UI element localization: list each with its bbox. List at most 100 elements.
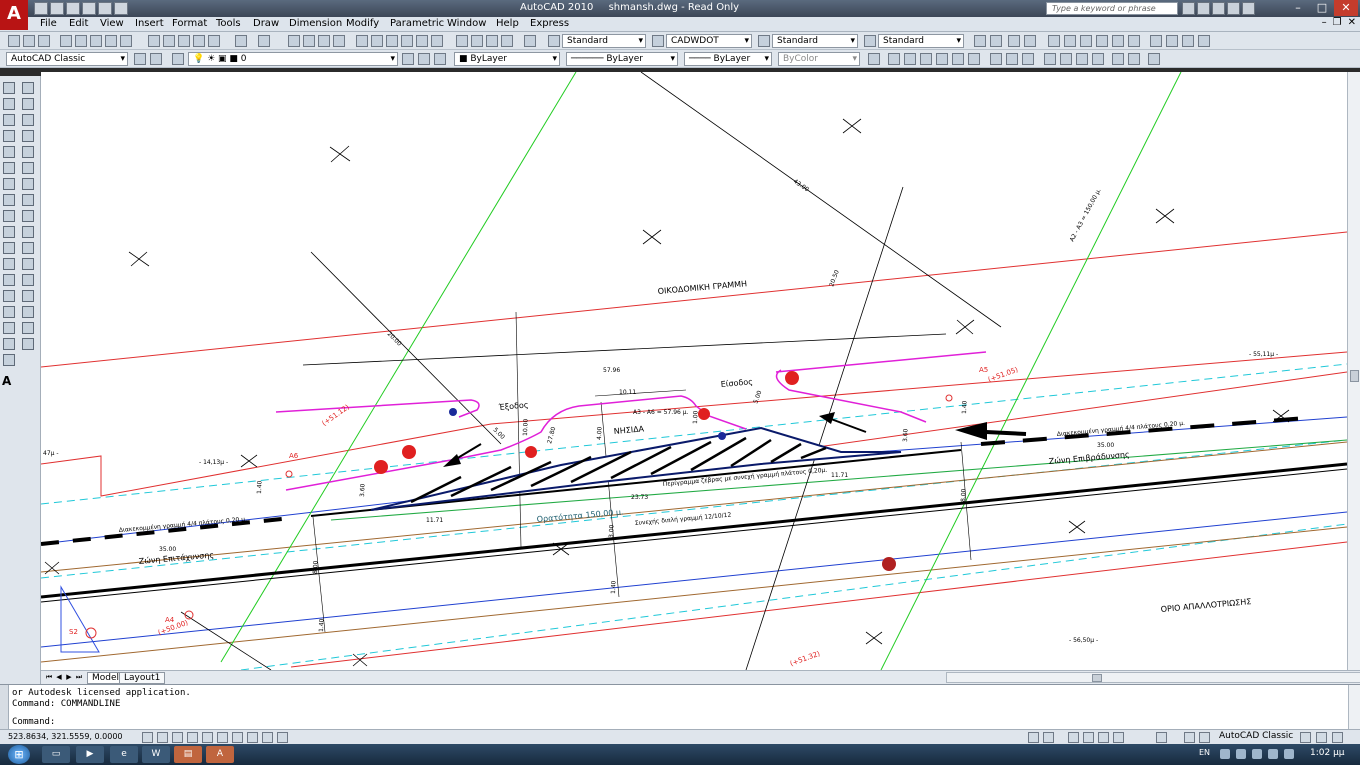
snap-none-icon[interactable] (1128, 53, 1140, 65)
offset-icon[interactable] (22, 130, 34, 142)
layer-tool-1-icon[interactable] (974, 35, 986, 47)
table-style-dropdown[interactable]: Standard (772, 34, 858, 48)
redo-icon[interactable] (98, 2, 112, 15)
zoom-window-icon[interactable] (318, 35, 330, 47)
zoom-status-icon[interactable] (1083, 732, 1094, 743)
autocad-taskbar-icon[interactable]: A (206, 746, 234, 763)
dim-tool-3-icon[interactable] (1080, 35, 1092, 47)
redo-icon[interactable] (258, 35, 270, 47)
model-space-icon[interactable] (1028, 732, 1039, 743)
dim-tool-4-icon[interactable] (1096, 35, 1108, 47)
drawing-canvas[interactable]: ΟΙΚΟΔΟΜΙΚΗ ΓΡΑΜΜΗ ΟΡΙΟ ΑΠΑΛΛΟΤΡΙΩΣΗΣ ΝΗΣ… (41, 72, 1347, 670)
dim-style-icon[interactable] (652, 35, 664, 47)
menu-help[interactable]: Help (496, 18, 519, 29)
close-icon[interactable]: ✕ (1334, 0, 1358, 16)
etransmit-icon[interactable] (120, 35, 132, 47)
binoculars-icon[interactable] (1182, 2, 1195, 15)
dim-tool-2-icon[interactable] (1064, 35, 1076, 47)
osnap-settings-icon[interactable] (1148, 53, 1160, 65)
snap-center-icon[interactable] (990, 53, 1002, 65)
pan-icon[interactable] (288, 35, 300, 47)
help-icon[interactable] (1242, 2, 1255, 15)
command-scrollbar[interactable] (1348, 685, 1360, 730)
copy-object-icon[interactable] (22, 98, 34, 110)
tray-app-icon[interactable] (1284, 749, 1294, 759)
showmotion-icon[interactable] (1113, 732, 1124, 743)
key-icon[interactable] (1197, 2, 1210, 15)
last-tab-icon[interactable]: ⏭ (75, 673, 83, 682)
save-icon[interactable] (38, 35, 50, 47)
erase-icon[interactable] (22, 82, 34, 94)
dim-tool-5-icon[interactable] (1112, 35, 1124, 47)
doc-restore-icon[interactable]: ❐ (1333, 17, 1342, 28)
snap-endpoint-icon[interactable] (904, 53, 916, 65)
snap-insert-icon[interactable] (1076, 53, 1088, 65)
my-workspace-icon[interactable] (150, 53, 162, 65)
scale-icon[interactable] (22, 194, 34, 206)
word-taskbar-icon[interactable]: W (142, 746, 170, 763)
media-player-taskbar-icon[interactable]: ▶ (76, 746, 104, 763)
spline-icon[interactable] (3, 210, 15, 222)
revision-cloud-icon[interactable] (3, 194, 15, 206)
first-tab-icon[interactable]: ⏮ (45, 673, 53, 682)
rotate-icon[interactable] (22, 178, 34, 190)
dim-tool-10-icon[interactable] (1198, 35, 1210, 47)
publish-icon[interactable] (90, 35, 102, 47)
3d-osnap-icon[interactable] (217, 732, 228, 743)
undo-icon[interactable] (82, 2, 96, 15)
open-icon[interactable] (23, 35, 35, 47)
menu-express[interactable]: Express (530, 18, 569, 29)
plot-icon[interactable] (60, 35, 72, 47)
tray-up-arrow-icon[interactable] (1220, 749, 1230, 759)
construction-line-icon[interactable] (3, 98, 15, 110)
open-file-icon[interactable] (50, 2, 64, 15)
snap-parallel-icon[interactable] (1060, 53, 1072, 65)
snap-midpoint-icon[interactable] (920, 53, 932, 65)
plotstyle-dropdown[interactable]: ByColor (778, 52, 860, 66)
print-icon[interactable] (114, 2, 128, 15)
snap-extension-icon[interactable] (968, 53, 980, 65)
region-icon[interactable] (3, 338, 15, 350)
horizontal-scroll-thumb[interactable] (1092, 674, 1102, 682)
sheet-set-icon[interactable] (401, 35, 413, 47)
dim-tool-8-icon[interactable] (1166, 35, 1178, 47)
gradient-icon[interactable] (3, 322, 15, 334)
communication-icon[interactable] (1212, 2, 1225, 15)
layer-state-icon[interactable] (434, 53, 446, 65)
snap-node-icon[interactable] (1092, 53, 1104, 65)
properties-icon[interactable] (356, 35, 368, 47)
help-search-input[interactable]: Type a keyword or phrase (1046, 2, 1178, 15)
table-icon[interactable] (3, 354, 15, 366)
menu-tools[interactable]: Tools (216, 18, 241, 29)
table-style-icon[interactable] (758, 35, 770, 47)
grid-display-icon[interactable] (157, 732, 168, 743)
steering-wheel-icon[interactable] (1098, 732, 1109, 743)
layer-dropdown[interactable]: 💡 ☀ ▣ ■ 0 (188, 52, 398, 66)
start-button-icon[interactable]: ⊞ (8, 745, 30, 764)
snap-apparent-intersect-icon[interactable] (952, 53, 964, 65)
new-file-icon[interactable] (34, 2, 48, 15)
dim-tool-9-icon[interactable] (1182, 35, 1194, 47)
hatch-icon[interactable] (3, 306, 15, 318)
tab-layout1[interactable]: Layout1 (119, 672, 166, 684)
mleader-style-dropdown[interactable]: Standard (878, 34, 964, 48)
snap-tangent-icon[interactable] (1022, 53, 1034, 65)
ortho-mode-icon[interactable] (172, 732, 183, 743)
menu-dimension[interactable]: Dimension (289, 18, 342, 29)
clean-screen-icon[interactable] (1332, 732, 1343, 743)
join-icon[interactable] (22, 290, 34, 302)
object-snap-tracking-icon[interactable] (232, 732, 243, 743)
menu-draw[interactable]: Draw (253, 18, 279, 29)
dim-style-dropdown[interactable]: CADWDOT (666, 34, 752, 48)
help-icon[interactable] (524, 35, 536, 47)
polygon-icon[interactable] (3, 130, 15, 142)
zoom-previous-icon[interactable] (333, 35, 345, 47)
lineweight-toggle-icon[interactable] (277, 732, 288, 743)
snap-from-icon[interactable] (888, 53, 900, 65)
mirror-icon[interactable] (22, 114, 34, 126)
ellipse-icon[interactable] (3, 226, 15, 238)
annotation-visibility-icon[interactable] (1184, 732, 1195, 743)
mleader-style-icon[interactable] (864, 35, 876, 47)
design-center-icon[interactable] (371, 35, 383, 47)
extend-icon[interactable] (22, 242, 34, 254)
